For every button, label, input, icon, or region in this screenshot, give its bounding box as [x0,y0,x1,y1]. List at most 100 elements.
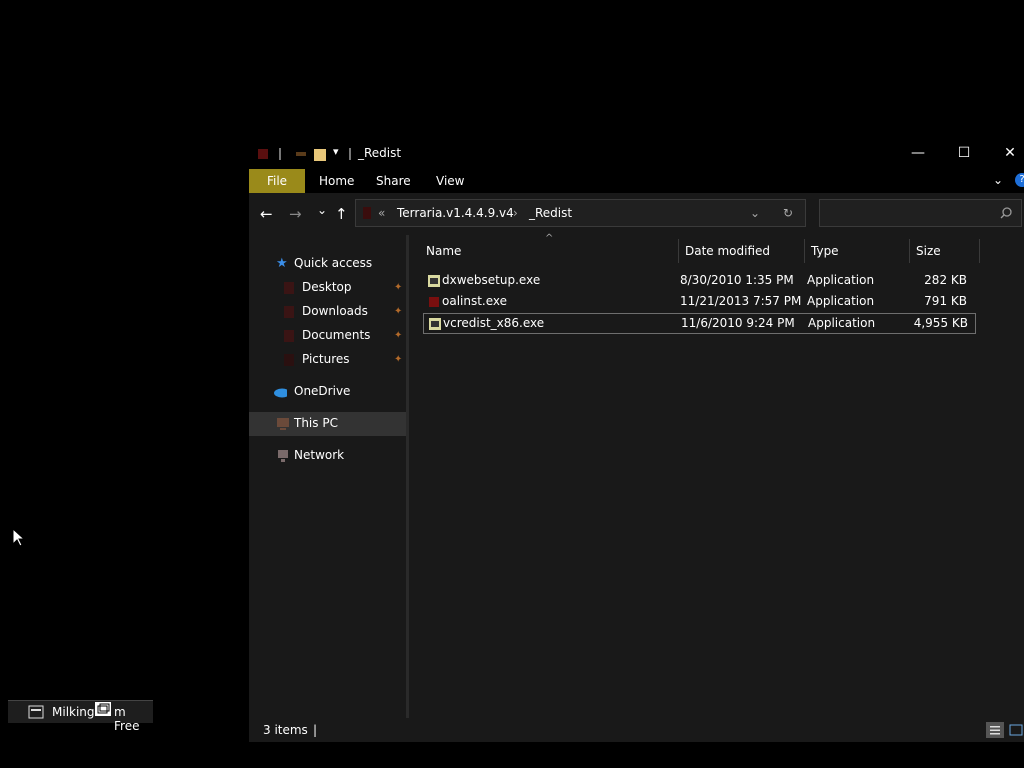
downloads-icon [284,306,294,318]
ribbon-tabs: File Home Share View ⌄ ? [249,169,1024,193]
sidebar-item-network[interactable]: Network [249,444,406,468]
mouse-cursor-icon [12,528,26,547]
file-name: dxwebsetup.exe [442,273,541,287]
sidebar-item-pictures[interactable]: Pictures ✦ [249,348,406,372]
tab-view[interactable]: View [436,169,464,193]
file-size: 791 KB [924,294,967,308]
column-divider[interactable] [909,239,910,263]
desktop-icon [284,282,294,294]
details-view-icon[interactable] [986,722,1004,738]
network-icon [278,450,288,462]
pictures-icon [284,354,294,366]
documents-icon [284,330,294,342]
minimize-button[interactable]: — [895,138,941,169]
sidebar-label: Documents [302,328,371,342]
column-divider[interactable] [678,239,679,263]
sidebar-label: Quick access [294,256,373,270]
status-bar: 3 items | [249,718,1024,742]
sidebar-item-this-pc[interactable]: This PC [249,412,406,436]
column-divider[interactable] [804,239,805,263]
breadcrumb-terraria[interactable]: Terraria.v1.4.4.9.v4 [397,206,514,220]
pin-icon: ✦ [394,306,403,317]
file-date: 11/21/2013 7:57 PM [680,294,802,308]
tab-share[interactable]: Share [376,169,411,193]
app-icon [258,149,268,159]
back-button[interactable]: ← [260,205,273,223]
sidebar-label: Downloads [302,304,368,318]
search-icon [1000,207,1012,219]
file-date: 8/30/2010 1:35 PM [680,273,794,287]
restore-window-icon [95,702,111,716]
address-bar[interactable]: « Terraria.v1.4.4.9.v4 › _Redist ⌄ ↻ [355,199,806,227]
column-header-date[interactable]: Date modified [685,239,770,263]
column-divider[interactable] [979,239,980,263]
divider-icon [279,148,281,160]
pin-icon: ✦ [394,330,403,341]
refresh-button[interactable]: ↻ [783,206,793,220]
sidebar-item-quick-access[interactable]: ★ Quick access [249,252,406,276]
item-count: 3 items [263,723,308,737]
divider-icon-2 [349,148,351,160]
breadcrumb-separator[interactable]: › [513,206,518,220]
help-icon[interactable]: ? [1015,173,1024,187]
path-overflow[interactable]: « [378,206,385,220]
sidebar-label: This PC [294,416,338,430]
sidebar-label: Network [294,448,345,462]
sidebar-item-desktop[interactable]: Desktop ✦ [249,276,406,300]
file-row-oalinst[interactable]: oalinst.exe 11/21/2013 7:57 PM Applicati… [423,292,976,312]
window-title: _Redist [358,146,402,160]
address-dropdown-button[interactable]: ⌄ [750,206,760,220]
taskbar-label: Milking [52,705,95,719]
tab-file[interactable]: File [249,169,305,193]
file-type: Application [807,294,875,308]
search-box[interactable] [819,199,1022,227]
status-divider: | [313,723,318,737]
taskbar-button[interactable]: Milking m Free [8,700,153,733]
file-row-dxwebsetup[interactable]: dxwebsetup.exe 8/30/2010 1:35 PM Applica… [423,271,976,291]
file-row-vcredist[interactable]: vcredist_x86.exe 11/6/2010 9:24 PM Appli… [423,313,976,334]
new-folder-icon[interactable] [313,148,327,162]
application-icon [428,275,440,287]
sidebar-item-documents[interactable]: Documents ✦ [249,324,406,348]
cloud-icon [274,388,287,398]
column-header-type[interactable]: Type [811,239,839,263]
file-list: ^ Name Date modified Type Size dxwebsetu… [409,233,1024,718]
pin-icon: ✦ [394,354,403,365]
star-icon: ★ [276,256,288,271]
expand-ribbon-icon[interactable]: ⌄ [993,173,1003,187]
maximize-button[interactable]: ☐ [941,138,987,169]
sidebar-label: OneDrive [294,384,351,398]
tab-home[interactable]: Home [319,169,354,193]
application-icon [429,318,441,330]
properties-icon[interactable] [295,148,307,160]
navigation-bar: ← → ⌄ ↑ « Terraria.v1.4.4.9.v4 › _Redist… [249,193,1024,235]
file-type: Application [808,316,876,330]
forward-button[interactable]: → [289,205,302,223]
file-date: 11/6/2010 9:24 PM [681,316,795,330]
title-bar[interactable]: ▾ _Redist — ☐ ✕ [249,138,1024,169]
sidebar-label: Pictures [302,352,350,366]
explorer-window: ▾ _Redist — ☐ ✕ File Home Share View ⌄ ?… [249,138,1024,742]
file-type: Application [807,273,875,287]
breadcrumb-redist[interactable]: _Redist [529,206,572,220]
file-size: 4,955 KB [913,316,968,330]
taskbar-label-end: m Free [114,705,140,733]
computer-icon [277,418,289,430]
column-header-size[interactable]: Size [916,239,941,263]
up-button[interactable]: ↑ [335,205,348,223]
file-name: vcredist_x86.exe [443,316,545,330]
close-button[interactable]: ✕ [987,138,1024,169]
file-size: 282 KB [924,273,967,287]
sort-ascending-icon: ^ [545,233,554,244]
sidebar-item-onedrive[interactable]: OneDrive [249,380,406,404]
application-icon [429,297,439,307]
column-header-name[interactable]: Name [426,239,461,263]
file-name: oalinst.exe [442,294,508,308]
customize-toolbar-icon[interactable]: ▾ [333,145,339,158]
sidebar-label: Desktop [302,280,352,294]
recent-locations-button[interactable]: ⌄ [317,203,327,217]
navigation-pane: ★ Quick access Desktop ✦ Downloads ✦ Doc… [249,235,406,718]
sidebar-item-downloads[interactable]: Downloads ✦ [249,300,406,324]
pin-icon: ✦ [394,282,403,293]
large-icons-view-icon[interactable] [1009,722,1023,738]
